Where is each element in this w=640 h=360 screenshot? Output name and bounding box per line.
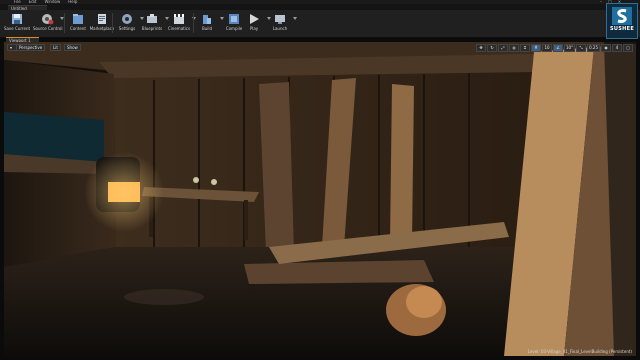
rotation-snap-value[interactable]: 10°	[564, 44, 576, 52]
compile-icon	[229, 14, 239, 24]
grid-snap-icon[interactable]: #	[531, 44, 541, 52]
settings-button[interactable]: Settings	[113, 11, 144, 35]
launch-icon	[275, 15, 285, 24]
surface-snap-icon[interactable]: ⌗	[520, 44, 530, 52]
viewport-transform-controls: ✥ ↻ ⤢ ◍ ⌗ # 10 ∠ 10° ⤡ 0.25 ◉ 4 ▢	[476, 44, 633, 52]
scene-render	[4, 42, 636, 356]
launch-button[interactable]: Launch	[266, 11, 297, 35]
level-info-text: Level: 03-Village_01_Final_LevelBuilding…	[527, 349, 632, 354]
build-button[interactable]: Build	[193, 11, 224, 35]
content-icon	[73, 14, 83, 24]
cinematics-icon	[174, 14, 184, 24]
camera-speed-value[interactable]: 4	[612, 44, 622, 52]
scale-snap-value[interactable]: 0.25	[587, 44, 600, 52]
world-local-icon[interactable]: ◍	[509, 44, 519, 52]
scale-mode-icon[interactable]: ⤢	[498, 44, 508, 52]
show-button[interactable]: Show	[64, 44, 81, 51]
brand-name: SUSHEE	[609, 26, 635, 32]
brand-logo: SUSHEE	[606, 3, 638, 39]
source-control-icon	[42, 14, 54, 25]
rotation-snap-icon[interactable]: ∠	[553, 44, 563, 52]
blueprints-icon	[147, 14, 157, 23]
sushee-logo-icon	[612, 7, 632, 25]
perspective-button[interactable]: Perspective	[16, 44, 46, 51]
level-viewport[interactable]: ▾ Perspective Lit Show ✥ ↻ ⤢ ◍ ⌗ # 10 ∠ …	[4, 42, 636, 356]
source-control-button[interactable]: Source Control	[33, 11, 64, 35]
main-toolbar: Save Current Source Control Content Mark…	[0, 10, 640, 38]
chevron-down-icon	[293, 17, 297, 20]
settings-icon	[122, 14, 132, 24]
blueprints-button[interactable]: Blueprints	[138, 11, 169, 35]
grid-snap-value[interactable]: 10	[542, 44, 552, 52]
lit-button[interactable]: Lit	[50, 44, 61, 51]
play-button[interactable]: Play	[240, 11, 271, 35]
save-icon	[12, 14, 22, 24]
camera-speed-icon[interactable]: ◉	[601, 44, 611, 52]
translate-mode-icon[interactable]: ✥	[476, 44, 486, 52]
rotate-mode-icon[interactable]: ↻	[487, 44, 497, 52]
marketplace-icon	[98, 14, 106, 24]
save-current-button[interactable]: Save Current	[3, 11, 31, 35]
scale-snap-icon[interactable]: ⤡	[576, 44, 587, 52]
build-icon	[203, 15, 211, 24]
maximize-viewport-icon[interactable]: ▢	[623, 44, 633, 52]
play-icon	[250, 14, 259, 24]
cinematics-button[interactable]: Cinematics	[165, 11, 196, 35]
